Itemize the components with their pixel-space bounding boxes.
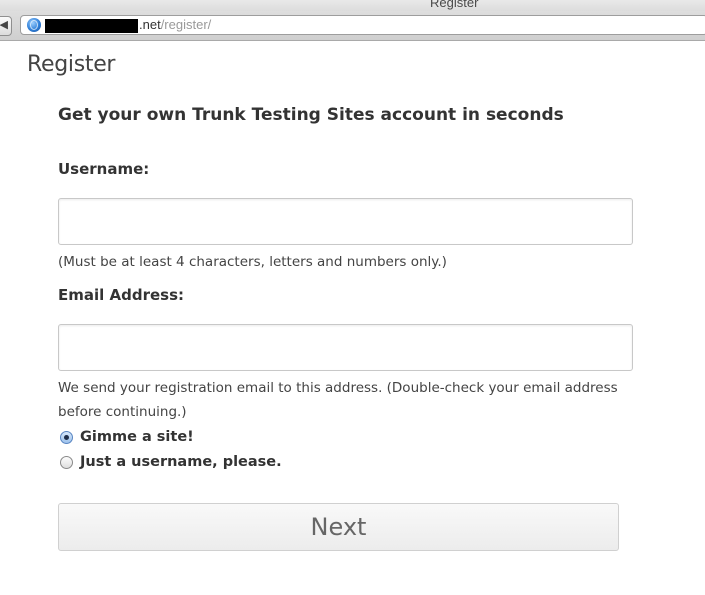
browser-toolbar: ◀ .net/register/ [0,11,705,41]
radio-site[interactable] [60,430,73,444]
page-subtitle: Get your own Trunk Testing Sites account… [58,105,564,125]
email-hint: We send your registration email to this … [58,380,618,420]
url-path: /register/ [160,17,212,32]
radio-username-only[interactable] [60,455,73,469]
back-arrow-icon: ◀ [0,18,8,31]
option-username-only-label: Just a username, please. [80,454,282,470]
email-input[interactable] [58,324,633,371]
username-input[interactable] [58,198,633,245]
option-site[interactable]: Gimme a site! [60,427,194,447]
username-hint: (Must be at least 4 characters, letters … [58,254,447,270]
email-label: Email Address: [58,286,185,304]
redacted-domain [45,19,138,33]
url-domain: .net [139,17,161,32]
option-site-label: Gimme a site! [80,429,194,445]
username-label: Username: [58,160,150,178]
next-button[interactable]: Next [58,503,619,551]
address-bar[interactable]: .net/register/ [20,15,705,35]
window-title: Register [430,0,479,10]
url-text: .net/register/ [139,16,211,34]
option-username-only[interactable]: Just a username, please. [60,452,282,472]
page-title: Register [27,52,116,77]
window-titlebar: Register [0,0,705,11]
back-button[interactable]: ◀ [0,16,12,36]
globe-icon [27,18,41,32]
